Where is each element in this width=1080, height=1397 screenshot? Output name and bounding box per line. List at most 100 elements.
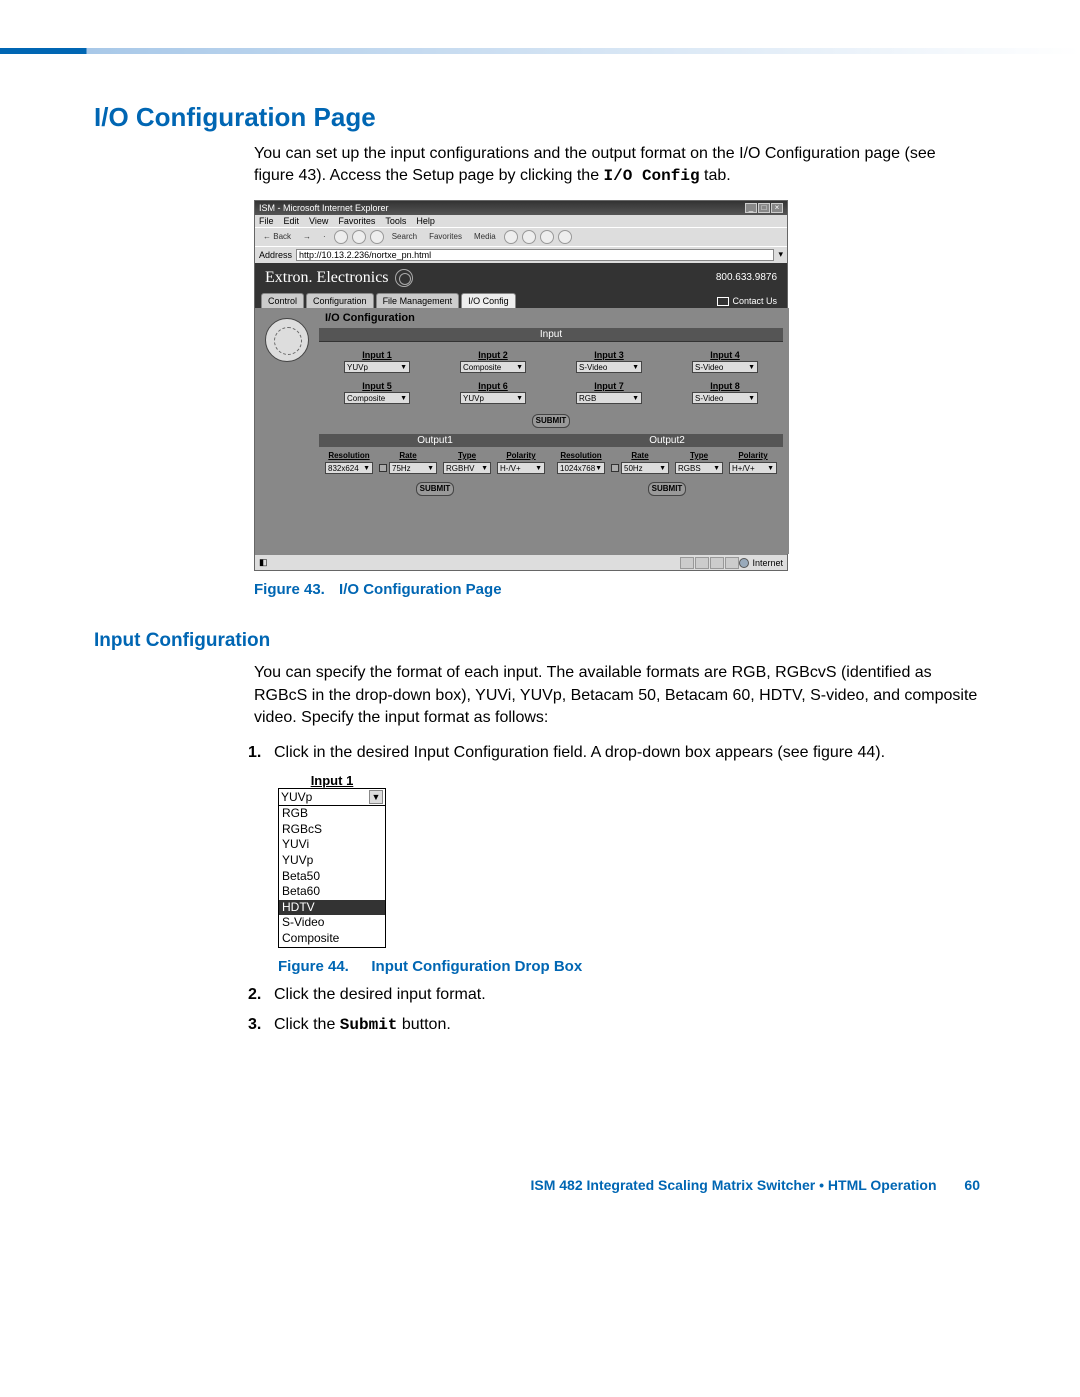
browser-toolbar: ← Back → · Search Favorites Media [255, 227, 787, 246]
config-panel: I/O Configuration Input Input 1 YUVp▼ In… [319, 308, 789, 554]
subheading-input-configuration: Input Configuration [94, 630, 980, 652]
edit-icon[interactable] [558, 230, 572, 244]
out1-res-select[interactable]: 832x624▼ [325, 462, 373, 474]
out2-rate-select[interactable]: 50Hz▼ [621, 462, 669, 474]
step-3: 3. Click the Submit button. [254, 1013, 980, 1037]
chevron-down-icon: ▼ [400, 364, 407, 371]
sidebar [255, 308, 319, 554]
forward-button[interactable]: → [299, 232, 315, 241]
dropdown-select[interactable]: YUVp ▼ [278, 788, 386, 806]
footer-text: ISM 482 Integrated Scaling Matrix Switch… [530, 1177, 936, 1193]
home-icon[interactable] [370, 230, 384, 244]
output-2-submit-button[interactable]: SUBMIT [648, 482, 686, 496]
search-button[interactable]: Search [388, 232, 421, 241]
browser-menubar: File Edit View Favorites Tools Help [255, 215, 787, 227]
address-label: Address [259, 250, 292, 260]
out2-pol-select[interactable]: H+/V+▼ [729, 462, 777, 474]
input-config-paragraph: You can specify the format of each input… [254, 662, 980, 729]
phone-number: 800.633.9876 [716, 272, 777, 283]
input-8-select[interactable]: S-Video▼ [692, 392, 758, 404]
fig44-text: Input Configuration Drop Box [371, 958, 582, 975]
menu-file[interactable]: File [259, 216, 274, 226]
maximize-icon[interactable]: □ [758, 203, 770, 213]
input-7: Input 7 RGB▼ [563, 381, 655, 404]
input-6-label: Input 6 [447, 381, 539, 391]
figure-43-caption: Figure 43. I/O Configuration Page [254, 581, 980, 598]
out2-hd-rate: Rate [611, 451, 669, 460]
input-1-select[interactable]: YUVp▼ [344, 361, 410, 373]
input-submit-button[interactable]: SUBMIT [532, 414, 570, 428]
intro-text-b: tab. [700, 167, 731, 184]
window-buttons: _ □ × [745, 203, 783, 213]
minimize-icon[interactable]: _ [745, 203, 757, 213]
dropdown-item-rgb[interactable]: RGB [279, 806, 385, 822]
chevron-down-icon: ▼ [748, 395, 755, 402]
brand-globe-icon [395, 269, 413, 287]
input-4-select[interactable]: S-Video▼ [692, 361, 758, 373]
tab-io-config[interactable]: I/O Config [461, 293, 516, 308]
page-number: 60 [964, 1177, 980, 1193]
dropdown-item-beta60[interactable]: Beta60 [279, 884, 385, 900]
out2-res-select[interactable]: 1024x768▼ [557, 462, 605, 474]
stop-icon[interactable] [334, 230, 348, 244]
page-heading: I/O Configuration Page [94, 102, 980, 133]
input-section-bar: Input [319, 328, 783, 342]
steps-list: 1.Click in the desired Input Configurati… [254, 741, 980, 765]
out1-hd-type: Type [443, 451, 491, 460]
input-2-select[interactable]: Composite▼ [460, 361, 526, 373]
input-6-select[interactable]: YUVp▼ [460, 392, 526, 404]
menu-tools[interactable]: Tools [385, 216, 406, 226]
input-1: Input 1 YUVp▼ [331, 350, 423, 373]
dropdown-item-composite[interactable]: Composite [279, 931, 385, 947]
out2-type-select[interactable]: RGBS▼ [675, 462, 723, 474]
back-button[interactable]: ← Back [259, 232, 295, 241]
menu-favorites[interactable]: Favorites [338, 216, 375, 226]
tab-file-management[interactable]: File Management [376, 293, 460, 308]
menu-help[interactable]: Help [416, 216, 435, 226]
out2-hd-pol: Polarity [729, 451, 777, 460]
refresh-icon[interactable] [352, 230, 366, 244]
chevron-down-icon: ▼ [748, 364, 755, 371]
contact-us-link[interactable]: Contact Us [713, 294, 781, 308]
tab-control[interactable]: Control [261, 293, 304, 308]
status-segments [680, 557, 739, 569]
menu-view[interactable]: View [309, 216, 328, 226]
dropdown-item-rgbcs[interactable]: RGBcS [279, 822, 385, 838]
main-area: I/O Configuration Input Input 1 YUVp▼ In… [255, 308, 787, 554]
address-input[interactable] [296, 249, 774, 261]
lock-icon [611, 464, 619, 472]
favorites-button[interactable]: Favorites [425, 232, 466, 241]
media-button[interactable]: Media [470, 232, 500, 241]
dropdown-list: RGB RGBcS YUVi YUVp Beta50 Beta60 HDTV S… [278, 806, 386, 947]
step3-code: Submit [340, 1016, 398, 1034]
output-row: Output1 Resolution Rate Type Polarity 83… [319, 434, 783, 502]
output-1-submit-button[interactable]: SUBMIT [416, 482, 454, 496]
input-3-select[interactable]: S-Video▼ [576, 361, 642, 373]
out1-type-select[interactable]: RGBHV▼ [443, 462, 491, 474]
input-8-label: Input 8 [679, 381, 771, 391]
input-2: Input 2 Composite▼ [447, 350, 539, 373]
input-5-select[interactable]: Composite▼ [344, 392, 410, 404]
figure-43-screenshot: ISM - Microsoft Internet Explorer _ □ × … [254, 200, 788, 571]
input-4: Input 4 S-Video▼ [679, 350, 771, 373]
input-4-label: Input 4 [679, 350, 771, 360]
output-2: Output2 Resolution Rate Type Polarity 10… [551, 434, 783, 502]
menu-edit[interactable]: Edit [284, 216, 300, 226]
dropdown-item-yuvi[interactable]: YUVi [279, 837, 385, 853]
print-icon[interactable] [540, 230, 554, 244]
dropdown-item-svideo[interactable]: S-Video [279, 915, 385, 931]
tab-configuration[interactable]: Configuration [306, 293, 374, 308]
browser-title: ISM - Microsoft Internet Explorer [259, 203, 389, 213]
dropdown-item-yuvp[interactable]: YUVp [279, 853, 385, 869]
address-go-icon[interactable]: ▾ [778, 249, 783, 260]
history-icon[interactable] [504, 230, 518, 244]
chevron-down-icon: ▼ [516, 395, 523, 402]
out1-rate-select[interactable]: 75Hz▼ [389, 462, 437, 474]
mail-icon[interactable] [522, 230, 536, 244]
input-7-select[interactable]: RGB▼ [576, 392, 642, 404]
extron-logo-icon [265, 318, 309, 362]
dropdown-item-hdtv[interactable]: HDTV [279, 900, 385, 916]
close-icon[interactable]: × [771, 203, 783, 213]
out1-pol-select[interactable]: H-/V+▼ [497, 462, 545, 474]
dropdown-item-beta50[interactable]: Beta50 [279, 869, 385, 885]
